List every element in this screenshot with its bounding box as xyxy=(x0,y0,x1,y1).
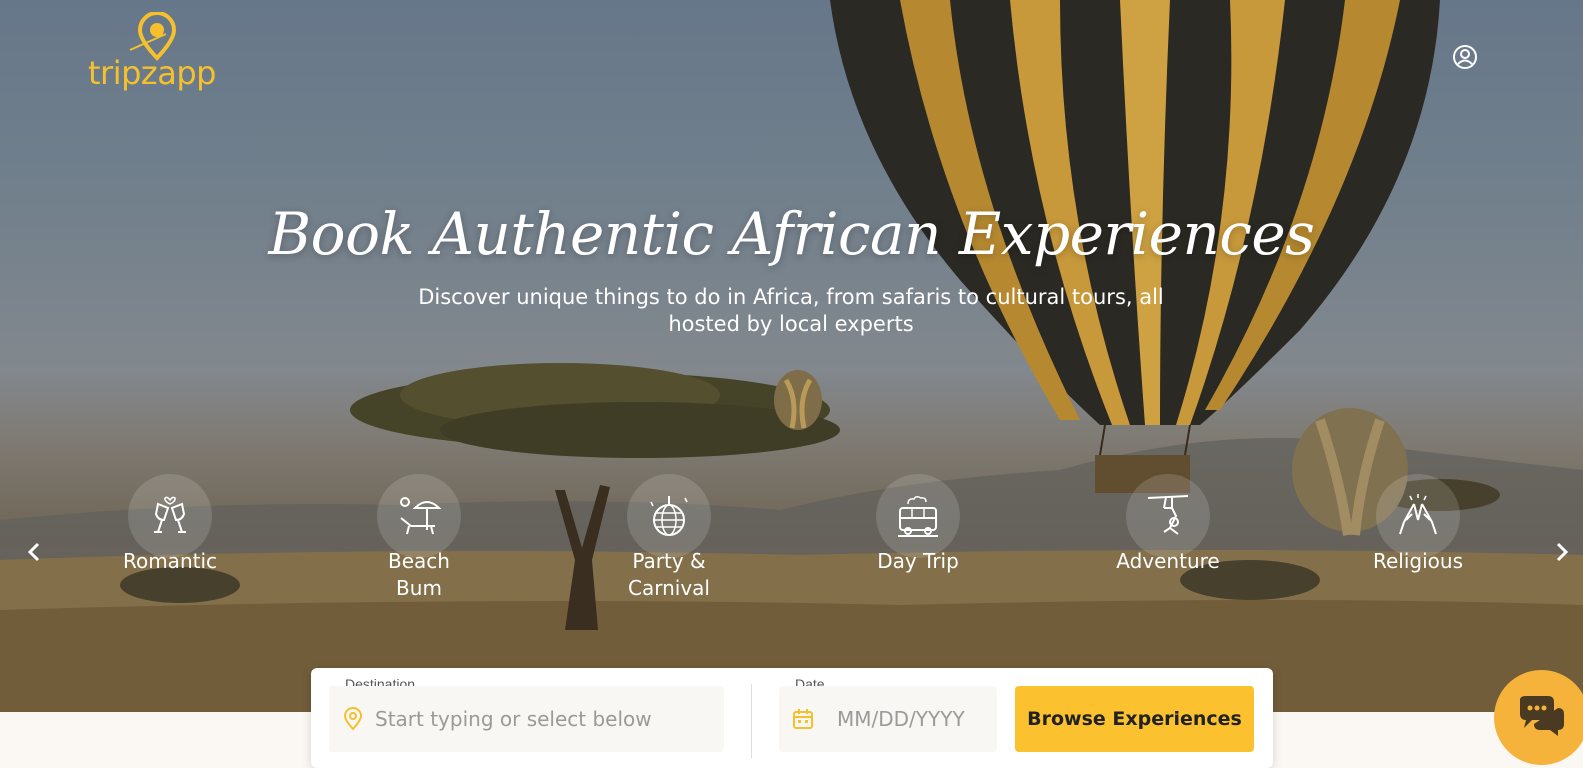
category-label: Romantic xyxy=(122,549,218,573)
disco-ball-icon xyxy=(650,496,688,536)
calendar-icon xyxy=(793,709,813,729)
date-input[interactable] xyxy=(835,706,989,732)
search-bar: Destination Date Browse Experiences xyxy=(311,668,1273,768)
zipline-icon xyxy=(1147,495,1189,535)
carousel-prev-button[interactable] xyxy=(20,538,48,566)
category-beach-bum[interactable]: Beach Bum xyxy=(329,474,509,602)
date-field[interactable] xyxy=(779,686,997,752)
chevron-right-icon xyxy=(1556,542,1569,562)
category-party-carnival[interactable]: Party & Carnival xyxy=(579,474,759,602)
user-account-button[interactable] xyxy=(1452,44,1478,70)
location-pin-icon xyxy=(343,707,363,731)
chat-button[interactable] xyxy=(1494,670,1583,765)
bus-icon xyxy=(898,495,938,537)
browse-experiences-button[interactable]: Browse Experiences xyxy=(1015,686,1254,752)
category-label: Party & Carnival xyxy=(628,549,710,600)
chevron-left-icon xyxy=(27,542,40,562)
carousel-next-button[interactable] xyxy=(1548,538,1576,566)
beach-lounger-icon xyxy=(400,497,442,535)
search-divider xyxy=(751,684,752,758)
tripzapp-logo[interactable]: tripzapp xyxy=(88,11,228,94)
category-adventure[interactable]: Adventure xyxy=(1078,474,1258,575)
category-day-trip[interactable]: Day Trip xyxy=(828,474,1008,575)
category-label: Beach Bum xyxy=(388,549,450,600)
hero-section: tripzapp Book Authentic African Experien… xyxy=(0,0,1583,712)
category-religious[interactable]: Religious xyxy=(1328,474,1508,575)
category-label: Day Trip xyxy=(877,549,959,573)
user-circle-icon xyxy=(1453,45,1477,69)
category-label: Religious xyxy=(1373,549,1463,573)
praying-hands-icon xyxy=(1399,494,1437,535)
hero-background-image xyxy=(0,0,1583,712)
destination-field[interactable] xyxy=(329,686,724,752)
champagne-glasses-icon xyxy=(154,496,186,533)
hero-subtitle: Discover unique things to do in Africa, … xyxy=(418,285,1164,336)
destination-input[interactable] xyxy=(373,706,717,732)
category-romantic[interactable]: Romantic xyxy=(80,474,260,575)
brand-name: tripzapp xyxy=(88,54,216,92)
hero-title: Book Authentic African Experiences xyxy=(268,200,1315,268)
chat-bubbles-icon xyxy=(1519,695,1564,736)
category-label: Adventure xyxy=(1116,549,1220,573)
